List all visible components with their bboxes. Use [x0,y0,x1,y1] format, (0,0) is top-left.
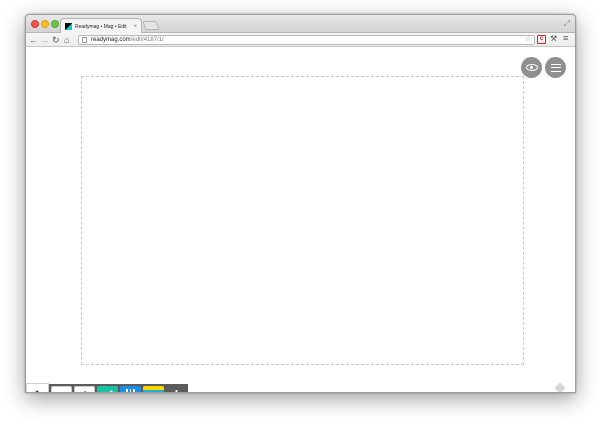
fullscreen-icon[interactable]: ⤢ [564,19,570,29]
readymag-favicon-icon [65,23,72,30]
minimize-window-button[interactable] [41,20,49,28]
preview-button[interactable] [521,57,542,78]
undo-button[interactable]: ↶ ⟲ [51,385,72,393]
add-icon: + [172,385,182,392]
tab-strip: Readymag • Mag • Edit × ⤢ [26,15,575,34]
browser-window: Readymag • Mag • Edit × ⤢ ← → ↻ ⌂ readym… [25,14,576,393]
zoom-window-button[interactable] [51,20,59,28]
add-widget-button[interactable]: + [166,385,187,392]
widget-panel: ↶ ⟲ i bg + [49,384,188,393]
redo-icon: ⟲ [64,392,68,393]
eraser-icon[interactable] [554,382,566,392]
page-frame[interactable] [81,76,524,365]
text-icon: i [83,389,86,392]
browser-menu-icon[interactable]: ≡ [563,33,568,43]
text-widget-button[interactable]: i [74,385,95,392]
page-number[interactable]: 1 [26,383,49,392]
browser-toolbar: ← → ↻ ⌂ readymag.com/edit/4187/1/ ☆ c ⚒ … [26,33,575,47]
tab-title: Readymag • Mag • Edit [75,23,127,30]
address-bar[interactable]: readymag.com/edit/4187/1/ ☆ [78,34,535,45]
editor-canvas[interactable]: 1 ↶ ⟲ i bg + [26,48,575,393]
tab-close-icon[interactable]: × [133,24,137,30]
url-text: readymag.com/edit/4187/1/ [91,37,164,43]
grid-icon-line [129,389,132,392]
url-path: /edit/4187/1/ [130,37,164,43]
url-host: readymag.com [91,37,131,43]
eye-icon [525,64,538,71]
close-window-button[interactable] [31,20,39,28]
browser-tab[interactable]: Readymag • Mag • Edit × [60,18,142,34]
page-icon [82,37,87,43]
undo-icon: ↶ [55,390,63,393]
grid-icon [126,389,128,392]
editor-menu-button[interactable] [545,57,566,78]
extension-icon[interactable]: c [537,35,546,44]
menu-lines-icon [550,63,561,72]
background-widget-button[interactable]: bg [143,385,164,392]
grid-widget-button[interactable] [120,385,141,392]
bookmark-star-icon[interactable]: ☆ [525,34,532,43]
reload-icon[interactable]: ↻ [52,34,60,46]
forward-icon[interactable]: → [40,34,49,46]
home-icon[interactable]: ⌂ [64,34,69,46]
new-tab-button[interactable] [142,21,160,30]
shape-widget-button[interactable] [97,385,118,392]
grid-icon-line [133,389,135,392]
wrench-icon[interactable]: ⚒ [550,34,557,43]
back-icon[interactable]: ← [29,34,38,46]
